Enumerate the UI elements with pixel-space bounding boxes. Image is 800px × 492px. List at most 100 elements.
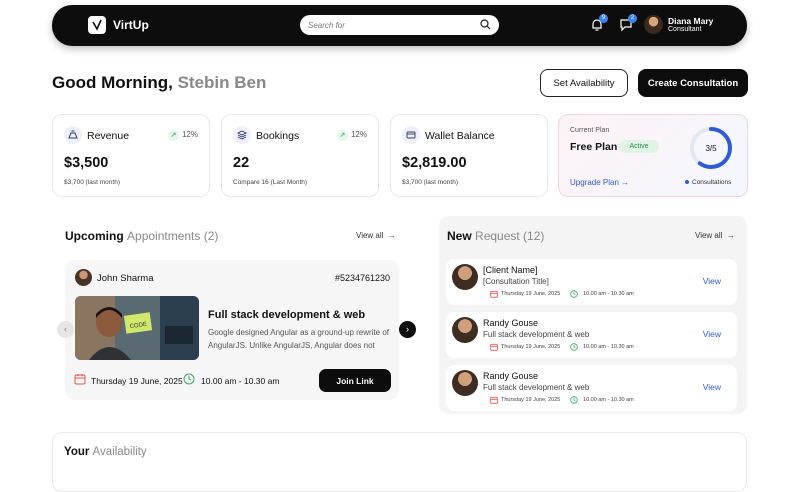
request-view-link[interactable]: View: [703, 329, 721, 339]
arrow-right-icon: →: [726, 231, 735, 240]
requests-view-all-link[interactable]: View all →: [695, 231, 735, 240]
user-avatar[interactable]: [644, 15, 663, 34]
request-client-name: Randy Gouse: [483, 318, 539, 328]
client-avatar: [452, 370, 478, 396]
availability-title-muted: Availability: [92, 446, 147, 458]
current-plan-card: Current Plan Free Plan Active Upgrade Pl…: [558, 114, 748, 197]
money-bag-icon: [64, 126, 82, 144]
revenue-card: Revenue ↗ 12% $3,500 $3,700 (last month): [52, 114, 210, 197]
request-time: 10.00 am - 10.30 am: [583, 397, 634, 403]
virtup-logo-icon[interactable]: [88, 16, 106, 34]
upcoming-view-all-label: View all: [356, 231, 384, 240]
revenue-sub: $3,700 (last month): [64, 179, 121, 186]
join-link-button[interactable]: Join Link: [319, 369, 391, 392]
bookings-trend-value: 12%: [350, 130, 367, 139]
request-title: [Consultation Title]: [483, 277, 549, 286]
new-requests-title: New Request (12): [447, 229, 544, 243]
set-availability-button[interactable]: Set Availability: [540, 69, 628, 97]
greeting-prefix: Good Morning,: [52, 73, 173, 92]
message-count-badge: 2: [628, 14, 637, 23]
availability-section: Your Availability: [52, 432, 747, 492]
arrow-right-icon: →: [621, 178, 630, 187]
wallet-label: Wallet Balance: [425, 130, 495, 142]
bookings-trend: ↗ 12%: [336, 130, 367, 141]
calendar-icon: [490, 290, 498, 298]
client-avatar: [452, 317, 478, 343]
request-item[interactable]: Randy Gouse Full stack development & web…: [446, 365, 737, 411]
request-title: Full stack development & web: [483, 383, 590, 392]
revenue-trend: ↗ 12%: [167, 130, 198, 141]
upcoming-title-muted: Appointments (2): [127, 229, 219, 243]
request-view-link[interactable]: View: [703, 276, 721, 286]
client-avatar: [452, 264, 478, 290]
usage-ring-text: 3/5: [705, 144, 717, 153]
trend-up-icon: ↗: [336, 130, 348, 141]
consultations-legend: Consultations: [685, 179, 731, 186]
request-time: 10.00 am - 10.30 am: [583, 291, 634, 297]
search-input[interactable]: [308, 18, 473, 32]
consultations-legend-label: Consultations: [692, 179, 732, 186]
consultation-usage-ring: 3/5: [690, 127, 732, 169]
upgrade-plan-link[interactable]: Upgrade Plan →: [570, 178, 629, 187]
greeting-name: Stebin Ben: [177, 73, 267, 92]
upcoming-view-all-link[interactable]: View all →: [356, 231, 396, 240]
course-thumbnail: CODE: [75, 296, 199, 360]
plan-caption: Current Plan: [570, 127, 610, 134]
revenue-label: Revenue: [87, 130, 130, 142]
request-time: 10.00 am - 10.30 am: [583, 344, 634, 350]
appointment-person: John Sharma: [97, 273, 154, 284]
message-icon[interactable]: 2: [619, 14, 637, 32]
notification-bell-icon[interactable]: 9: [590, 14, 608, 32]
create-consultation-button[interactable]: Create Consultation: [638, 69, 748, 97]
request-client-name: Randy Gouse: [483, 371, 539, 381]
arrow-right-icon: →: [387, 231, 396, 240]
revenue-value: $3,500: [64, 155, 109, 171]
requests-view-all-label: View all: [695, 231, 723, 240]
request-item[interactable]: Randy Gouse Full stack development & web…: [446, 312, 737, 358]
bookings-sub: Compare 16 (Last Month): [233, 179, 308, 186]
notification-count-badge: 9: [599, 14, 608, 23]
request-date: Thursday 19 June, 2025: [501, 397, 561, 403]
appointment-id: #5234761230: [334, 273, 390, 283]
carousel-prev-chevron-icon[interactable]: ‹: [57, 321, 74, 338]
availability-title: Your Availability: [64, 446, 147, 458]
calendar-icon: [490, 343, 498, 351]
page-greeting: Good Morning, Stebin Ben: [52, 73, 266, 93]
clock-icon: [570, 396, 578, 404]
availability-title-main: Your: [64, 446, 90, 458]
request-title: Full stack development & web: [483, 330, 590, 339]
upcoming-title-main: Upcoming: [65, 229, 124, 243]
search-box[interactable]: [300, 15, 499, 35]
carousel-next-chevron-icon[interactable]: ›: [399, 321, 416, 338]
request-item[interactable]: [Client Name] [Consultation Title] Thurs…: [446, 259, 737, 305]
requests-title-main: New: [447, 229, 472, 243]
upcoming-appointments-title: Upcoming Appointments (2): [65, 229, 218, 243]
patient-avatar: [75, 269, 92, 286]
request-view-link[interactable]: View: [703, 382, 721, 392]
wallet-icon: [402, 126, 420, 144]
request-client-name: [Client Name]: [483, 265, 538, 275]
user-name[interactable]: Diana Mary: [668, 16, 713, 26]
wallet-card: Wallet Balance $2,819.00 $3,700 (last mo…: [390, 114, 548, 197]
new-requests-panel: New Request (12) View all → [Client Name…: [439, 216, 747, 414]
bookings-card: Bookings ↗ 12% 22 Compare 16 (Last Month): [221, 114, 379, 197]
search-icon[interactable]: [480, 19, 491, 30]
bookings-label: Bookings: [256, 130, 300, 142]
user-role: Consultant: [668, 26, 702, 33]
legend-dot: [685, 180, 689, 185]
requests-title-muted: Request (12): [475, 229, 545, 243]
brand-name: VirtUp: [113, 18, 149, 32]
calendar-icon: [74, 374, 86, 385]
trend-up-icon: ↗: [167, 130, 179, 141]
wallet-value: $2,819.00: [402, 155, 467, 171]
course-title: Full stack development & web: [208, 309, 366, 321]
clock-icon: [183, 373, 195, 385]
bookings-value: 22: [233, 155, 250, 171]
appointment-card[interactable]: John Sharma #5234761230 CODE Full stack …: [65, 260, 399, 400]
plan-status-badge: Active: [619, 140, 659, 153]
revenue-trend-value: 12%: [181, 130, 198, 139]
appointment-date: Thursday 19 June, 2025: [91, 376, 183, 386]
wallet-sub: $3,700 (last month): [402, 179, 459, 186]
request-date: Thursday 19 June, 2025: [501, 291, 561, 297]
top-navbar: VirtUp 9 2 Diana Mary Consultant: [52, 5, 747, 46]
